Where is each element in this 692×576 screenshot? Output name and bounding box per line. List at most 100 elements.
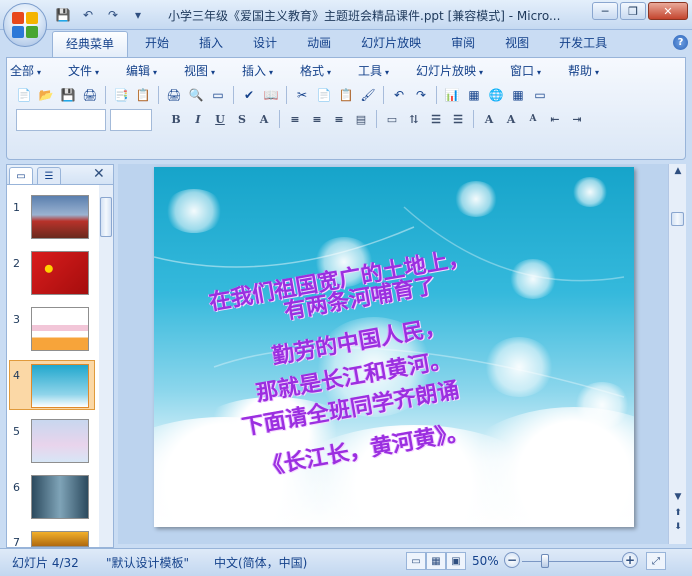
fit-to-window-icon[interactable]: ⤢ xyxy=(646,552,666,570)
menu-edit[interactable]: 编辑 ▾ xyxy=(126,62,184,80)
redo-icon[interactable]: ↷ xyxy=(411,85,431,105)
font-color-a-button[interactable]: A xyxy=(479,109,499,129)
slide-sorter-icon[interactable]: ▦ xyxy=(426,552,446,570)
grow-font-button[interactable]: A xyxy=(501,109,521,129)
align-right-button[interactable]: ≡ xyxy=(329,109,349,129)
slides-scrollbar[interactable] xyxy=(99,185,113,547)
zoom-out-button[interactable]: − xyxy=(504,552,520,568)
customize-qat-icon[interactable]: ▾ xyxy=(127,5,149,25)
research-icon[interactable]: 📖 xyxy=(261,85,281,105)
menu-tools[interactable]: 工具 ▾ xyxy=(358,62,416,80)
scroll-down-icon[interactable]: ▼ xyxy=(671,492,685,502)
menu-view[interactable]: 视图 ▾ xyxy=(184,62,242,80)
cut-icon[interactable]: ✂ xyxy=(292,85,312,105)
bold-button[interactable]: B xyxy=(166,109,186,129)
slide-icon[interactable]: ▭ xyxy=(208,85,228,105)
print-preview-icon[interactable]: 🖨 xyxy=(80,85,100,105)
align-center-button[interactable]: ≡ xyxy=(307,109,327,129)
table-icon[interactable]: ▦ xyxy=(464,85,484,105)
bullets-button[interactable]: ☰ xyxy=(448,109,468,129)
copy-icon[interactable]: 📄 xyxy=(314,85,334,105)
close-button[interactable]: ✕ xyxy=(648,2,688,20)
slide-thumbnail[interactable] xyxy=(31,419,89,463)
minimize-button[interactable]: ─ xyxy=(592,2,618,20)
tab-home[interactable]: 开始 xyxy=(132,31,182,57)
tab-classic-menu[interactable]: 经典菜单 xyxy=(52,31,129,57)
tab-review[interactable]: 审阅 xyxy=(438,31,488,57)
menu-file[interactable]: 文件 ▾ xyxy=(68,62,126,80)
tab-insert[interactable]: 插入 xyxy=(186,31,236,57)
new-icon[interactable]: 📄 xyxy=(14,85,34,105)
outline-tab-icon[interactable]: ☰ xyxy=(37,167,61,184)
hyperlink-icon[interactable]: 🌐 xyxy=(486,85,506,105)
previous-slide-icon[interactable]: ⬆ xyxy=(671,508,685,518)
align-left-button[interactable]: ≡ xyxy=(285,109,305,129)
tab-animations[interactable]: 动画 xyxy=(294,31,344,57)
slide-thumbnail[interactable] xyxy=(31,307,89,351)
menu-all[interactable]: 全部 ▾ xyxy=(10,62,68,80)
menu-insert[interactable]: 插入 ▾ xyxy=(242,62,300,80)
slides-tab-icon[interactable]: ▭ xyxy=(9,167,33,184)
paste-icon[interactable]: 📋 xyxy=(336,85,356,105)
spelling-icon[interactable]: ✔ xyxy=(239,85,259,105)
shadow-button[interactable]: S xyxy=(232,109,252,129)
slide-thumbnail-selected[interactable] xyxy=(31,364,89,408)
help-icon[interactable]: ? xyxy=(673,35,688,50)
zoom-slider-thumb[interactable] xyxy=(541,554,549,568)
menu-window[interactable]: 窗口 ▾ xyxy=(510,62,568,80)
italic-button[interactable]: I xyxy=(188,109,208,129)
shrink-font-button[interactable]: A xyxy=(523,109,543,129)
menu-slideshow[interactable]: 幻灯片放映 ▾ xyxy=(416,62,510,80)
slide-thumbnail[interactable] xyxy=(31,251,89,295)
zoom-slider-track[interactable] xyxy=(522,561,622,562)
font-color-button[interactable]: A xyxy=(254,109,274,129)
text-box-button[interactable]: ▭ xyxy=(382,109,402,129)
office-button[interactable] xyxy=(3,3,47,47)
tab-slideshow[interactable]: 幻灯片放映 xyxy=(348,31,434,57)
text-direction-button[interactable]: ⇅ xyxy=(404,109,424,129)
tab-design[interactable]: 设计 xyxy=(240,31,290,57)
grid-icon[interactable]: ▦ xyxy=(508,85,528,105)
permission-icon[interactable]: 📑 xyxy=(111,85,131,105)
editor-scrollbar[interactable]: ▲ ▼ ⬆ ⬇ xyxy=(668,164,686,544)
format-painter-icon[interactable]: 🖌 xyxy=(358,85,378,105)
font-size-combo[interactable] xyxy=(110,109,152,131)
zoom-level[interactable]: 50% xyxy=(472,554,499,568)
next-slide-icon[interactable]: ⬇ xyxy=(671,522,685,532)
open-icon[interactable]: 📂 xyxy=(36,85,56,105)
save-icon[interactable]: 💾 xyxy=(58,85,78,105)
tab-developer[interactable]: 开发工具 xyxy=(546,31,620,57)
scroll-up-icon[interactable]: ▲ xyxy=(671,166,685,176)
language-indicator[interactable]: 中文(简体，中国) xyxy=(214,554,307,571)
current-slide[interactable]: 在我们祖国宽广的土地上， 有两条河哺育了 勤劳的中国人民， 那就是长江和黄河。 … xyxy=(154,167,634,527)
tab-view[interactable]: 视图 xyxy=(492,31,542,57)
justify-button[interactable]: ▤ xyxy=(351,109,371,129)
slide-thumbnail[interactable] xyxy=(31,195,89,239)
slide-thumbnail[interactable] xyxy=(31,475,89,519)
decrease-indent-button[interactable]: ⇤ xyxy=(545,109,565,129)
close-panel-icon[interactable]: ✕ xyxy=(93,166,105,182)
save-icon[interactable]: 💾 xyxy=(52,5,74,25)
slideshow-view-icon[interactable]: ▣ xyxy=(446,552,466,570)
menu-help[interactable]: 帮助 ▾ xyxy=(568,62,626,80)
zoom-in-button[interactable]: + xyxy=(622,552,638,568)
dropdown-arrow-icon: ▾ xyxy=(479,68,484,77)
numbering-button[interactable]: ☰ xyxy=(426,109,446,129)
chart-icon[interactable]: 📊 xyxy=(442,85,462,105)
scrollbar-thumb[interactable] xyxy=(100,197,112,237)
restore-button[interactable]: ❐ xyxy=(620,2,646,20)
email-icon[interactable]: 📋 xyxy=(133,85,153,105)
print-icon[interactable]: 🖨 xyxy=(164,85,184,105)
undo-icon[interactable]: ↶ xyxy=(77,5,99,25)
menu-format[interactable]: 格式 ▾ xyxy=(300,62,358,80)
slide-thumbnail[interactable] xyxy=(31,531,89,547)
font-name-combo[interactable] xyxy=(16,109,106,131)
preview-icon[interactable]: 🔍 xyxy=(186,85,206,105)
underline-button[interactable]: U xyxy=(210,109,230,129)
increase-indent-button[interactable]: ⇥ xyxy=(567,109,587,129)
scrollbar-thumb[interactable] xyxy=(671,212,684,226)
normal-view-icon[interactable]: ▭ xyxy=(406,552,426,570)
redo-icon[interactable]: ↷ xyxy=(102,5,124,25)
undo-icon[interactable]: ↶ xyxy=(389,85,409,105)
color-grayscale-icon[interactable]: ▭ xyxy=(530,85,550,105)
